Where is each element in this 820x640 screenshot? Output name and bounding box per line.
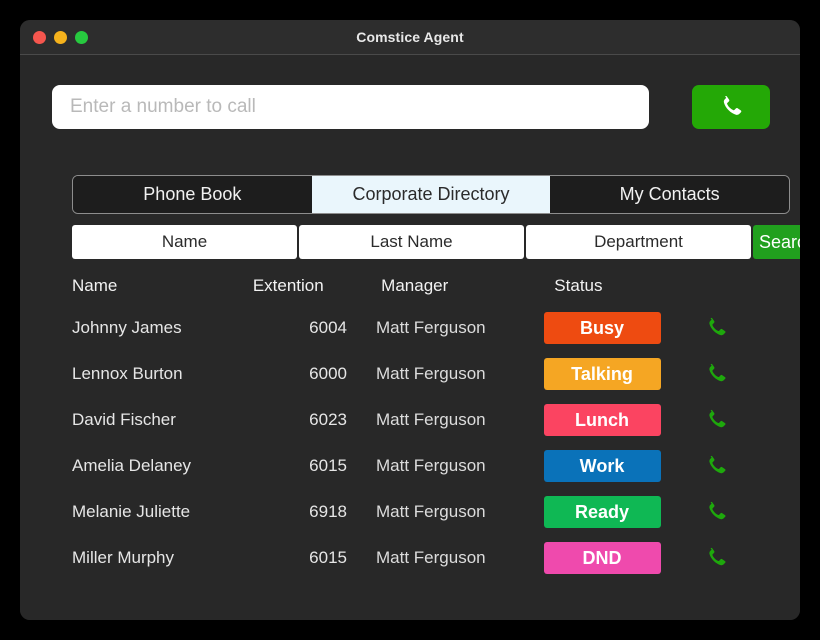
status-badge[interactable]: Ready [543, 496, 661, 528]
cell-call-action [682, 362, 750, 386]
search-name-input[interactable] [72, 225, 297, 259]
call-button[interactable] [692, 85, 770, 129]
cell-manager: Matt Ferguson [376, 364, 486, 383]
cell-status: DND [522, 542, 682, 574]
cell-extention: 6000 [309, 364, 347, 383]
cell-status: Ready [522, 496, 682, 528]
cell-extention: 6015 [309, 456, 347, 475]
cell-name: Amelia Delaney [72, 456, 192, 475]
title-bar: Comstice Agent [20, 20, 800, 55]
column-header-extention: Extention [252, 276, 324, 295]
table-row: Melanie Juliette 6918 Matt Ferguson Ready [52, 489, 770, 535]
cell-status: Talking [522, 358, 682, 390]
directory-tabs: Phone Book Corporate Directory My Contac… [72, 175, 790, 214]
cell-name: Miller Murphy [72, 548, 175, 567]
cell-call-action [682, 316, 750, 340]
window-body: Phone Book Corporate Directory My Contac… [20, 55, 800, 620]
search-button[interactable]: Search [753, 225, 800, 259]
cell-name: Lennox Burton [72, 364, 183, 383]
search-row: Search [72, 225, 800, 259]
tab-my-contacts[interactable]: My Contacts [550, 176, 789, 213]
phone-icon[interactable] [704, 454, 728, 478]
cell-status: Busy [522, 312, 682, 344]
column-header-name: Name [72, 276, 118, 295]
phone-icon[interactable] [704, 362, 728, 386]
status-badge[interactable]: Talking [543, 358, 661, 390]
cell-manager: Matt Ferguson [376, 456, 486, 475]
cell-name: David Fischer [72, 410, 176, 429]
status-badge[interactable]: Lunch [543, 404, 661, 436]
cell-status: Work [522, 450, 682, 482]
tab-phone-book[interactable]: Phone Book [73, 176, 312, 213]
column-header-manager: Manager [381, 276, 449, 295]
cell-name: Melanie Juliette [72, 502, 191, 521]
dial-row [52, 85, 770, 129]
window-title: Comstice Agent [356, 29, 464, 45]
phone-icon [723, 96, 742, 115]
cell-call-action [682, 454, 750, 478]
table-row: Miller Murphy 6015 Matt Ferguson DND [52, 535, 770, 581]
phone-icon[interactable] [704, 546, 728, 570]
table-row: Amelia Delaney 6015 Matt Ferguson Work [52, 443, 770, 489]
table-header-row: Name Extention Manager Status [52, 267, 770, 305]
directory-table: Name Extention Manager Status Johnny Jam… [52, 267, 770, 581]
cell-call-action [682, 408, 750, 432]
cell-extention: 6004 [309, 318, 347, 337]
phone-icon[interactable] [704, 500, 728, 524]
cell-status: Lunch [522, 404, 682, 436]
dial-number-input[interactable] [52, 85, 649, 129]
search-department-input[interactable] [526, 225, 751, 259]
phone-icon[interactable] [704, 408, 728, 432]
column-header-status: Status [554, 276, 603, 295]
status-badge[interactable]: Work [543, 450, 661, 482]
cell-extention: 6918 [309, 502, 347, 521]
app-window: Comstice Agent Phone Book Corporate Dire… [20, 20, 800, 620]
table-body: Johnny James 6004 Matt Ferguson Busy Lennox … [52, 305, 770, 581]
cell-name: Johnny James [72, 318, 182, 337]
phone-icon[interactable] [704, 316, 728, 340]
cell-extention: 6015 [309, 548, 347, 567]
cell-manager: Matt Ferguson [376, 548, 486, 567]
status-badge[interactable]: Busy [543, 312, 661, 344]
table-row: Lennox Burton 6000 Matt Ferguson Talking [52, 351, 770, 397]
cell-extention: 6023 [309, 410, 347, 429]
cell-call-action [682, 500, 750, 524]
tab-corporate-directory[interactable]: Corporate Directory [311, 176, 551, 213]
search-last-name-input[interactable] [299, 225, 524, 259]
table-row: Johnny James 6004 Matt Ferguson Busy [52, 305, 770, 351]
table-row: David Fischer 6023 Matt Ferguson Lunch [52, 397, 770, 443]
cell-call-action [682, 546, 750, 570]
cell-manager: Matt Ferguson [376, 318, 486, 337]
cell-manager: Matt Ferguson [376, 410, 486, 429]
status-badge[interactable]: DND [543, 542, 661, 574]
cell-manager: Matt Ferguson [376, 502, 486, 521]
